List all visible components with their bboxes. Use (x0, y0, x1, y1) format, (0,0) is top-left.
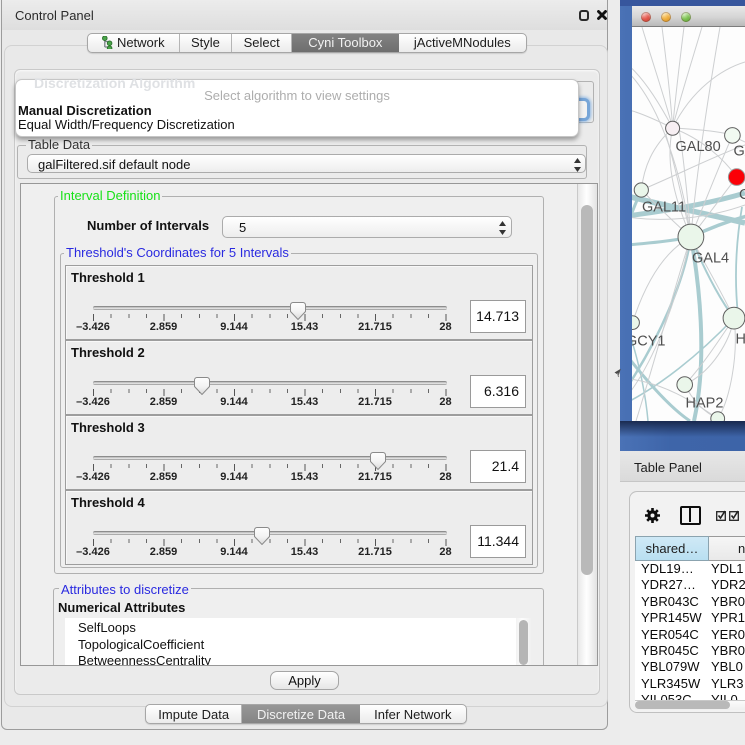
svg-text:H: H (736, 332, 745, 348)
svg-text:GAL80: GAL80 (676, 139, 721, 155)
svg-text:C: C (739, 187, 745, 203)
svg-text:GAL4: GAL4 (692, 251, 729, 267)
svg-text:HAP2: HAP2 (686, 396, 724, 412)
svg-text:GCY1: GCY1 (632, 334, 666, 350)
svg-text:GAL11: GAL11 (642, 200, 686, 216)
svg-text:GA: GA (734, 144, 745, 160)
